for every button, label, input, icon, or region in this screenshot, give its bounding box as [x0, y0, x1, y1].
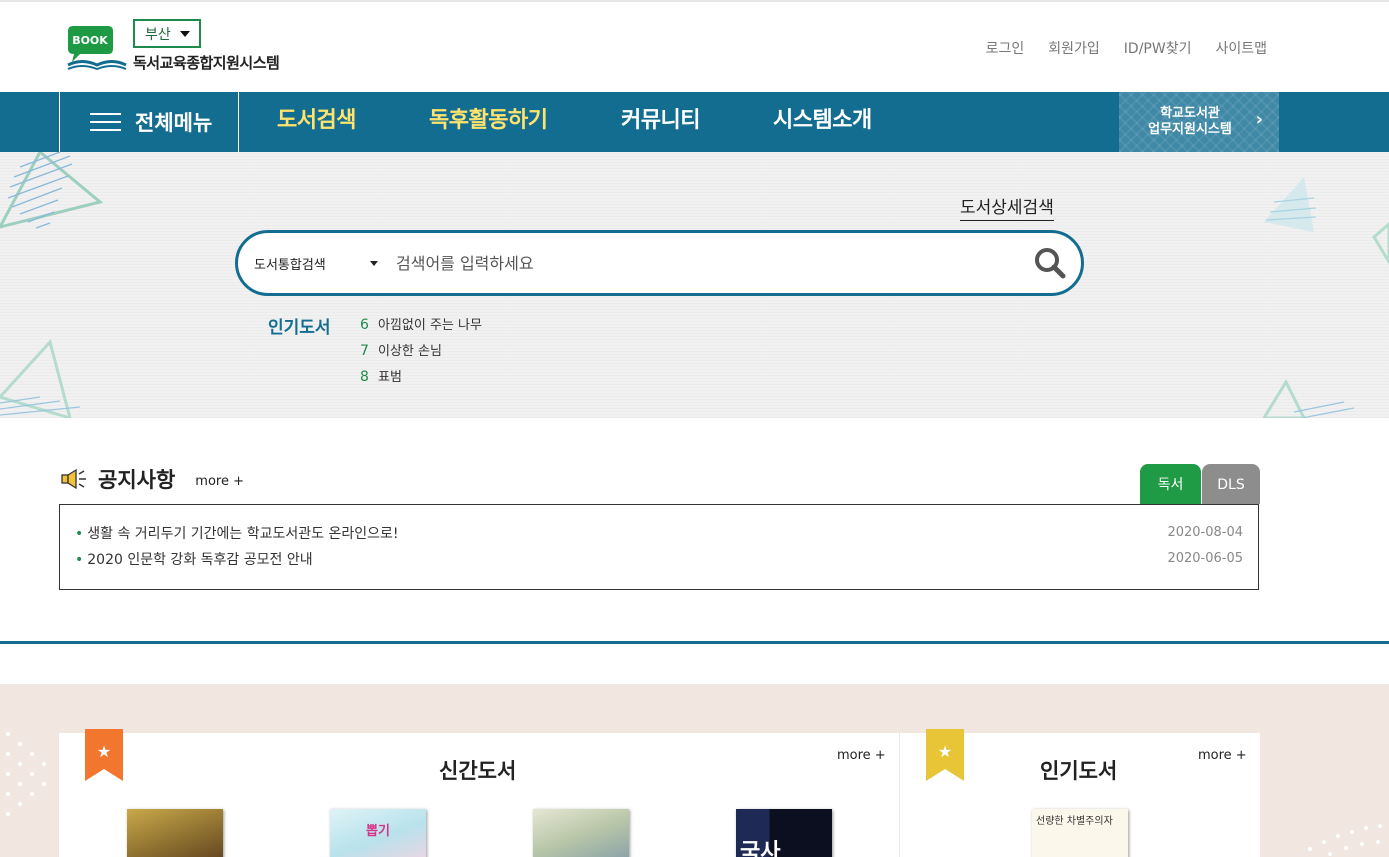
- svg-text:뽑기: 뽑기: [366, 824, 390, 839]
- book-cover[interactable]: [127, 809, 223, 857]
- book-logo-icon[interactable]: BOOK: [66, 25, 128, 71]
- top-border: [0, 0, 1389, 2]
- main-navigation: 전체메뉴 도서검색 독후활동하기 커뮤니티 시스템소개 학교도서관 업무지원시스…: [0, 92, 1389, 152]
- book-cover-art: 국사: [740, 840, 781, 857]
- signup-link[interactable]: 회원가입: [1048, 38, 1100, 58]
- megaphone-icon: [61, 468, 86, 490]
- nav-community[interactable]: 커뮤니티: [621, 92, 700, 152]
- svg-text:BOOK: BOOK: [72, 34, 108, 47]
- search-section: 도서상세검색 도서통합검색 인기도서 6 아낌없이 주는 나무 7 이상한 손님 8…: [0, 152, 1389, 418]
- search-scope-select[interactable]: 도서통합검색: [254, 254, 326, 273]
- search-box: 도서통합검색: [235, 230, 1084, 296]
- all-menu-button[interactable]: 전체메뉴: [59, 92, 239, 152]
- svg-text:★: ★: [97, 742, 111, 761]
- nav-system-intro[interactable]: 시스템소개: [773, 92, 872, 152]
- list-item[interactable]: 6 아낌없이 주는 나무: [360, 314, 482, 340]
- star-ribbon-icon: ★: [926, 729, 964, 781]
- book-cover[interactable]: [533, 809, 629, 857]
- book-cover-title: 선량한 차별주의자: [1036, 816, 1113, 827]
- star-ribbon-icon: ★: [85, 729, 123, 781]
- popular-books-title: 인기도서: [1040, 759, 1118, 783]
- triangle-decoration-icon: [0, 152, 104, 229]
- svg-text:★: ★: [938, 742, 952, 761]
- tab-reading[interactable]: 독서: [1140, 464, 1201, 504]
- school-link-line1: 학교도서관: [1160, 106, 1220, 121]
- book-cover[interactable]: 선량한 차별주의자: [1032, 809, 1128, 857]
- book-title[interactable]: 표범: [378, 370, 402, 385]
- list-item[interactable]: 8 표범: [360, 366, 482, 392]
- svg-text:국사: 국사: [740, 840, 781, 857]
- new-books-more-link[interactable]: more +: [837, 748, 886, 763]
- dots-decoration-icon: [1308, 824, 1382, 856]
- notice-item-title[interactable]: 2020 인문학 강화 독후감 공모전 안내: [87, 552, 312, 568]
- notice-more-link[interactable]: more +: [195, 474, 244, 489]
- dots-decoration-icon: [6, 732, 46, 816]
- hamburger-icon: [90, 112, 121, 132]
- book-cover[interactable]: 국사: [736, 809, 832, 857]
- notice-title: 공지사항: [98, 468, 176, 492]
- notice-item-title[interactable]: 생활 속 거리두기 기간에는 학교도서관도 온라인으로!: [87, 526, 398, 542]
- popular-books-more-link[interactable]: more +: [1198, 748, 1247, 763]
- all-menu-label: 전체메뉴: [135, 111, 213, 135]
- bullet: •: [75, 552, 84, 568]
- bullet: •: [75, 526, 84, 542]
- book-title[interactable]: 아낌없이 주는 나무: [378, 318, 482, 333]
- top-links: 로그인 회원가입 ID/PW찾기 사이트맵: [986, 38, 1267, 58]
- notice-item-date: 2020-08-04: [1167, 525, 1243, 540]
- site-name[interactable]: 독서교육종합지원시스템: [133, 52, 280, 73]
- book-title[interactable]: 이상한 손님: [378, 344, 442, 359]
- nav-book-search[interactable]: 도서검색: [277, 92, 356, 152]
- caret-down-icon[interactable]: [370, 261, 378, 266]
- list-item[interactable]: 7 이상한 손님: [360, 340, 482, 366]
- book-cover-art: 뽑기: [366, 824, 390, 839]
- sitemap-link[interactable]: 사이트맵: [1215, 38, 1267, 58]
- rank-number: 6: [360, 317, 369, 333]
- login-link[interactable]: 로그인: [986, 38, 1025, 58]
- chevron-right-icon: ›: [1255, 109, 1263, 130]
- school-library-system-link[interactable]: 학교도서관 업무지원시스템 ›: [1119, 92, 1279, 152]
- new-books-title: 신간도서: [439, 759, 517, 783]
- find-id-pw-link[interactable]: ID/PW찾기: [1124, 38, 1192, 58]
- notice-tabs: 독서 DLS: [1140, 464, 1260, 504]
- tab-dls[interactable]: DLS: [1202, 464, 1260, 504]
- notice-list: • 생활 속 거리두기 기간에는 학교도서관도 온라인으로! 2020-08-04…: [59, 504, 1259, 590]
- section-divider: [0, 641, 1389, 644]
- search-input[interactable]: [396, 245, 1006, 281]
- list-item[interactable]: • 2020 인문학 강화 독후감 공모전 안내 2020-06-05: [75, 549, 1243, 569]
- popular-books-label: 인기도서: [268, 318, 331, 338]
- region-select[interactable]: 부산: [133, 19, 201, 48]
- school-link-line2: 업무지원시스템: [1148, 122, 1232, 137]
- rank-number: 7: [360, 343, 369, 359]
- triangle-decoration-icon: [0, 338, 81, 418]
- triangle-decoration-icon: [1262, 177, 1389, 418]
- notice-item-date: 2020-06-05: [1167, 551, 1243, 566]
- detailed-search-link[interactable]: 도서상세검색: [960, 193, 1054, 221]
- rank-number: 8: [360, 369, 369, 385]
- book-cover[interactable]: 뽑기: [330, 809, 426, 857]
- list-item[interactable]: • 생활 속 거리두기 기간에는 학교도서관도 온라인으로! 2020-08-04: [75, 523, 1243, 543]
- nav-reading-activities[interactable]: 독후활동하기: [429, 92, 548, 152]
- notice-header: 공지사항 more +: [60, 464, 244, 494]
- search-icon[interactable]: [1033, 246, 1067, 280]
- caret-down-icon: [180, 31, 190, 37]
- region-label: 부산: [145, 26, 171, 43]
- popular-books-list: 6 아낌없이 주는 나무 7 이상한 손님 8 표범: [360, 314, 482, 392]
